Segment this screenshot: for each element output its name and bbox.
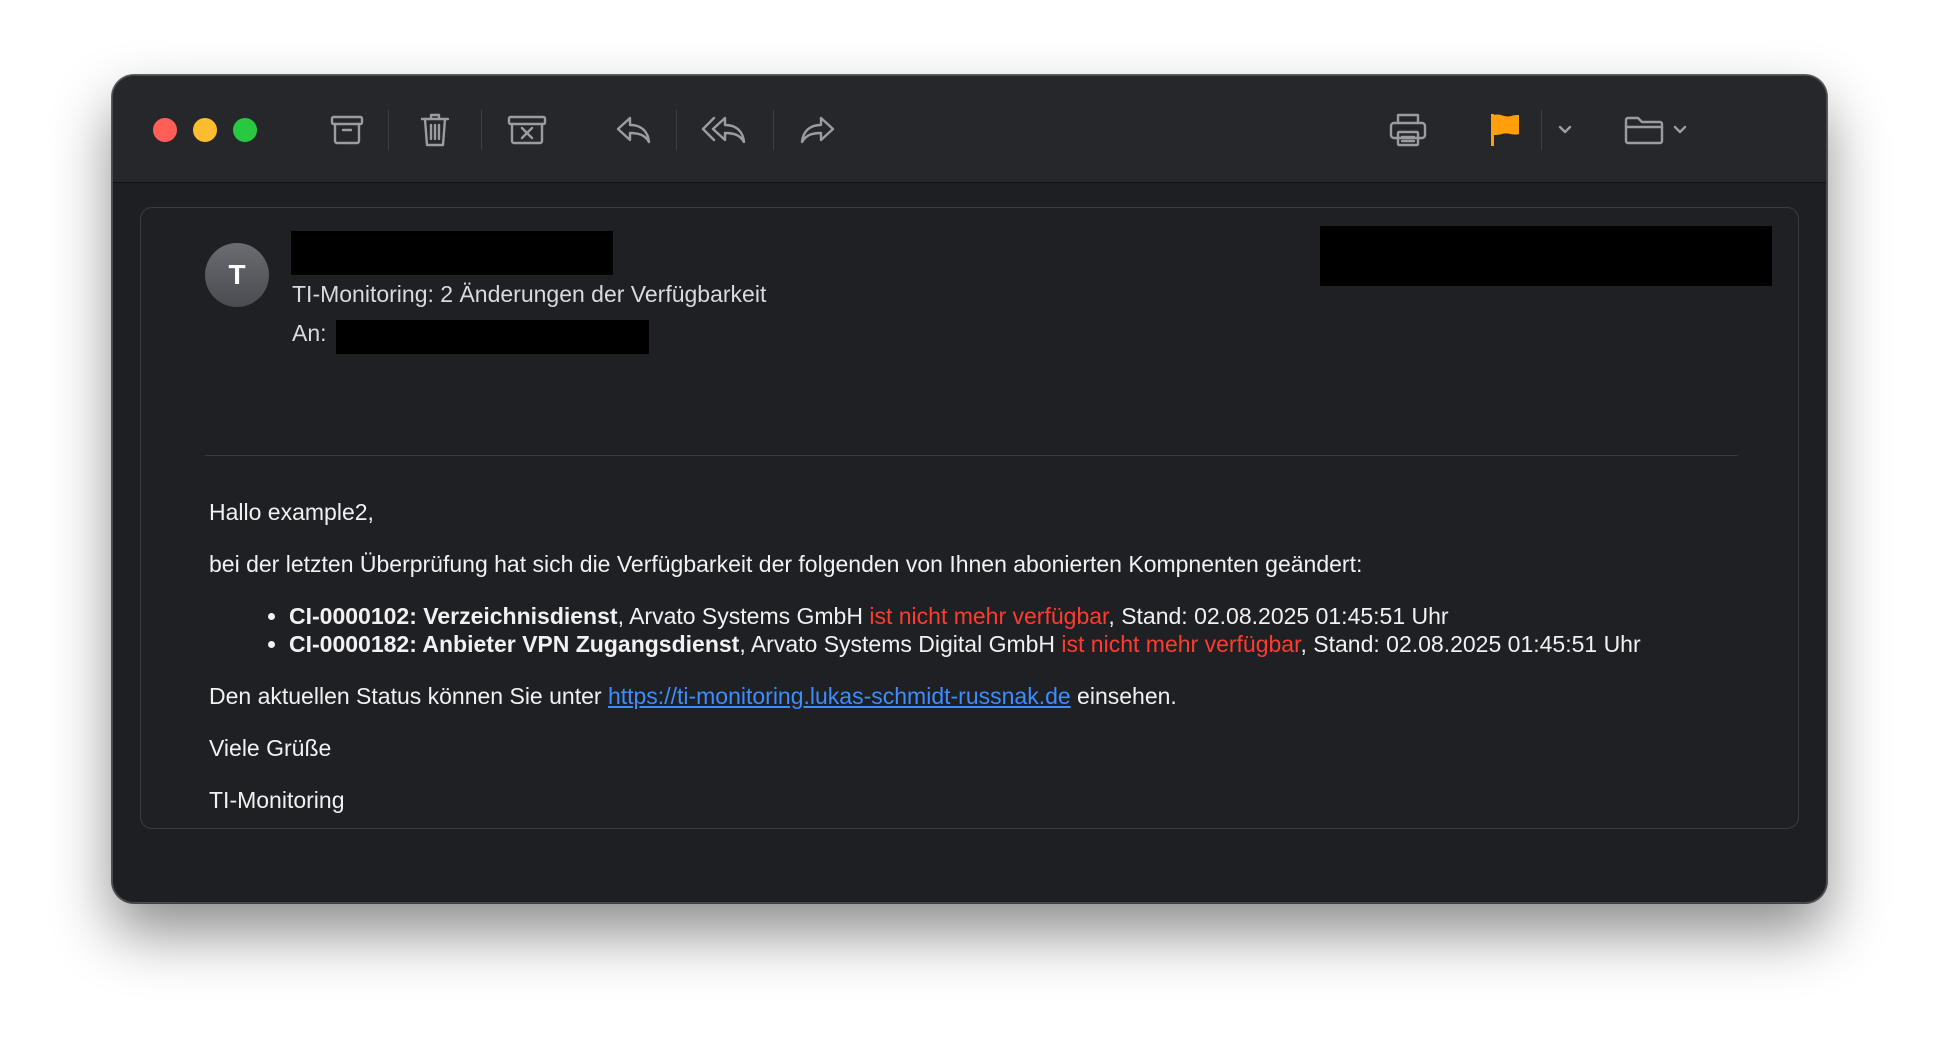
message-card: T TI-Monitoring: 2 Änderungen der Verfüg… bbox=[140, 207, 1799, 829]
provider-text: , Arvato Systems Digital GmbH bbox=[739, 631, 1062, 657]
flag-menu-chevron-down-icon[interactable] bbox=[1553, 108, 1577, 152]
forward-icon[interactable] bbox=[796, 108, 840, 152]
date-redacted bbox=[1320, 226, 1772, 286]
closing: Viele Grüße bbox=[209, 735, 332, 761]
signature: TI-Monitoring bbox=[209, 787, 345, 813]
status-suffix: einsehen. bbox=[1070, 683, 1177, 709]
header-divider bbox=[205, 455, 1738, 456]
status-text: ist nicht mehr verfügbar bbox=[869, 603, 1109, 629]
flag-icon[interactable] bbox=[1485, 108, 1525, 152]
greeting: Hallo example2, bbox=[209, 499, 374, 525]
mail-window: T TI-Monitoring: 2 Änderungen der Verfüg… bbox=[112, 75, 1827, 903]
reply-all-icon[interactable] bbox=[698, 108, 750, 152]
recipient-redacted bbox=[336, 320, 649, 354]
list-item: CI-0000182: Anbieter VPN Zugangsdienst, … bbox=[289, 630, 1769, 658]
junk-icon[interactable] bbox=[503, 108, 551, 152]
stand-text: , Stand: 02.08.2025 01:45:51 Uhr bbox=[1108, 603, 1449, 629]
minimize-window-button[interactable] bbox=[193, 118, 217, 142]
to-label: An: bbox=[292, 320, 327, 346]
status-prefix: Den aktuellen Status können Sie unter bbox=[209, 683, 608, 709]
close-window-button[interactable] bbox=[153, 118, 177, 142]
toolbar bbox=[113, 76, 1826, 183]
list-item: CI-0000102: Verzeichnisdienst, Arvato Sy… bbox=[289, 602, 1769, 630]
status-text: ist nicht mehr verfügbar bbox=[1061, 631, 1301, 657]
folder-menu-chevron-down-icon[interactable] bbox=[1668, 108, 1692, 152]
reply-icon[interactable] bbox=[611, 108, 655, 152]
folder-icon[interactable] bbox=[1621, 108, 1667, 152]
message-body: Hallo example2, bei der letzten Überprüf… bbox=[209, 498, 1769, 838]
component-name: CI-0000182: Anbieter VPN Zugangsdienst bbox=[289, 631, 740, 657]
status-link[interactable]: https://ti-monitoring.lukas-schmidt-russ… bbox=[608, 683, 1071, 709]
component-list: CI-0000102: Verzeichnisdienst, Arvato Sy… bbox=[209, 602, 1769, 658]
recipient-row: An: bbox=[292, 320, 327, 347]
zoom-window-button[interactable] bbox=[233, 118, 257, 142]
sender-name-redacted bbox=[291, 231, 613, 275]
status-line: Den aktuellen Status können Sie unter ht… bbox=[209, 682, 1769, 710]
intro-text: bei der letzten Überprüfung hat sich die… bbox=[209, 551, 1363, 577]
stand-text: , Stand: 02.08.2025 01:45:51 Uhr bbox=[1300, 631, 1641, 657]
message-subject: TI-Monitoring: 2 Änderungen der Verfügba… bbox=[292, 281, 767, 307]
trash-icon[interactable] bbox=[413, 108, 457, 152]
sender-avatar: T bbox=[205, 243, 269, 307]
provider-text: , Arvato Systems GmbH bbox=[617, 603, 870, 629]
archive-icon[interactable] bbox=[325, 108, 369, 152]
component-name: CI-0000102: Verzeichnisdienst bbox=[289, 603, 618, 629]
print-icon[interactable] bbox=[1385, 108, 1431, 152]
